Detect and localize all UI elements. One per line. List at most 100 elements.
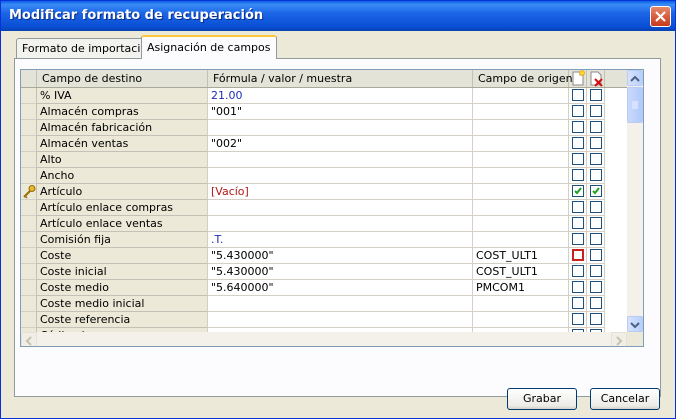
include-checkbox[interactable]: [572, 153, 584, 165]
cell-formula[interactable]: [208, 168, 473, 184]
cell-formula[interactable]: [Vacío]: [208, 184, 473, 200]
cell-formula[interactable]: [208, 296, 473, 312]
table-row[interactable]: Coste medio inicial: [21, 296, 621, 312]
include-checkbox[interactable]: [572, 201, 584, 213]
cell-formula[interactable]: [208, 200, 473, 216]
header-campo-destino[interactable]: Campo de destino: [37, 70, 208, 87]
delete-checkbox[interactable]: [590, 233, 602, 245]
cell-campo-destino[interactable]: Artículo: [37, 184, 208, 200]
cell-campo-origen[interactable]: [473, 232, 569, 248]
table-row[interactable]: Ancho: [21, 168, 621, 184]
table-row[interactable]: Artículo enlace ventas: [21, 216, 621, 232]
cell-campo-destino[interactable]: Artículo enlace ventas: [37, 216, 208, 232]
delete-checkbox[interactable]: [590, 297, 602, 309]
cell-formula[interactable]: [208, 152, 473, 168]
cell-campo-destino[interactable]: Almacén ventas: [37, 136, 208, 152]
delete-checkbox[interactable]: [590, 265, 602, 277]
cell-campo-origen[interactable]: [473, 88, 569, 104]
tab-asignacion-campos[interactable]: Asignación de campos: [141, 35, 277, 59]
cell-campo-destino[interactable]: Almacén fabricación: [37, 120, 208, 136]
include-checkbox[interactable]: [572, 233, 584, 245]
cell-formula[interactable]: [208, 120, 473, 136]
delete-checkbox[interactable]: [590, 89, 602, 101]
cell-formula[interactable]: "002": [208, 136, 473, 152]
delete-checkbox[interactable]: [590, 185, 602, 197]
cell-formula[interactable]: "5.640000": [208, 280, 473, 296]
table-row[interactable]: Comisión fija .T.: [21, 232, 621, 248]
delete-checkbox[interactable]: [590, 281, 602, 293]
table-row[interactable]: Coste medio "5.640000" PMCOM1: [21, 280, 621, 296]
close-button[interactable]: [650, 6, 671, 27]
header-col-delete[interactable]: [587, 70, 605, 87]
cell-formula[interactable]: "5.430000": [208, 248, 473, 264]
include-checkbox[interactable]: [572, 89, 584, 101]
include-checkbox[interactable]: [572, 121, 584, 133]
include-checkbox[interactable]: [572, 217, 584, 229]
cell-campo-origen[interactable]: [473, 136, 569, 152]
include-checkbox[interactable]: [572, 185, 584, 197]
cell-formula[interactable]: [208, 312, 473, 328]
delete-checkbox[interactable]: [590, 137, 602, 149]
delete-checkbox[interactable]: [590, 201, 602, 213]
cell-campo-origen[interactable]: COST_ULT1: [473, 248, 569, 264]
table-row[interactable]: Almacén compras "001": [21, 104, 621, 120]
include-checkbox[interactable]: [572, 105, 584, 117]
header-col-new[interactable]: [569, 70, 587, 87]
header-campo-origen[interactable]: Campo de origen: [473, 70, 573, 87]
table-row[interactable]: Almacén ventas "002": [21, 136, 621, 152]
cell-campo-origen[interactable]: [473, 200, 569, 216]
table-row[interactable]: Artículo enlace compras: [21, 200, 621, 216]
scroll-up-button[interactable]: [627, 70, 643, 86]
delete-checkbox[interactable]: [590, 217, 602, 229]
cell-formula[interactable]: .T.: [208, 232, 473, 248]
title-bar[interactable]: Modificar formato de recuperación: [1, 1, 675, 31]
delete-checkbox[interactable]: [590, 153, 602, 165]
table-row[interactable]: Coste referencia: [21, 312, 621, 328]
delete-checkbox[interactable]: [590, 313, 602, 325]
cell-formula[interactable]: "001": [208, 104, 473, 120]
delete-checkbox[interactable]: [590, 121, 602, 133]
cell-campo-destino[interactable]: Alto: [37, 152, 208, 168]
cell-campo-destino[interactable]: Ancho: [37, 168, 208, 184]
cell-campo-origen[interactable]: [473, 312, 569, 328]
cell-campo-origen[interactable]: [473, 168, 569, 184]
include-checkbox[interactable]: [572, 281, 584, 293]
cell-campo-origen[interactable]: [473, 296, 569, 312]
cell-campo-origen[interactable]: [473, 120, 569, 136]
vertical-scrollbar[interactable]: [627, 70, 643, 332]
include-checkbox[interactable]: [572, 297, 584, 309]
cell-campo-destino[interactable]: % IVA: [37, 88, 208, 104]
cell-formula[interactable]: "5.430000": [208, 264, 473, 280]
cell-campo-destino[interactable]: Coste: [37, 248, 208, 264]
cancel-button[interactable]: Cancelar: [590, 388, 660, 410]
include-checkbox[interactable]: [572, 249, 584, 261]
horizontal-scrollbar[interactable]: [21, 332, 627, 346]
cell-campo-destino[interactable]: Coste medio inicial: [37, 296, 208, 312]
scroll-left-button[interactable]: [21, 332, 37, 346]
cell-campo-origen[interactable]: [473, 184, 569, 200]
cell-campo-destino[interactable]: Coste inicial: [37, 264, 208, 280]
include-checkbox[interactable]: [572, 137, 584, 149]
include-checkbox[interactable]: [572, 265, 584, 277]
cell-campo-destino[interactable]: Almacén compras: [37, 104, 208, 120]
table-row[interactable]: % IVA 21.00: [21, 88, 621, 104]
delete-checkbox[interactable]: [590, 249, 602, 261]
delete-checkbox[interactable]: [590, 169, 602, 181]
table-row[interactable]: Almacén fabricación: [21, 120, 621, 136]
scroll-down-button[interactable]: [627, 316, 643, 332]
tab-formato-importacion[interactable]: Formato de importación: [16, 38, 161, 58]
table-row[interactable]: Coste "5.430000" COST_ULT1: [21, 248, 621, 264]
include-checkbox[interactable]: [572, 313, 584, 325]
table-row[interactable]: Alto: [21, 152, 621, 168]
cell-formula[interactable]: 21.00: [208, 88, 473, 104]
save-button[interactable]: Grabar: [507, 388, 577, 410]
scroll-right-button[interactable]: [611, 332, 627, 346]
table-row[interactable]: Artículo [Vacío]: [21, 184, 621, 200]
table-row[interactable]: Coste inicial "5.430000" COST_ULT1: [21, 264, 621, 280]
cell-campo-origen[interactable]: PMCOM1: [473, 280, 569, 296]
delete-checkbox[interactable]: [590, 105, 602, 117]
header-formula[interactable]: Fórmula / valor / muestra: [208, 70, 473, 87]
cell-campo-origen[interactable]: [473, 216, 569, 232]
cell-campo-origen[interactable]: [473, 152, 569, 168]
cell-campo-destino[interactable]: Coste medio: [37, 280, 208, 296]
